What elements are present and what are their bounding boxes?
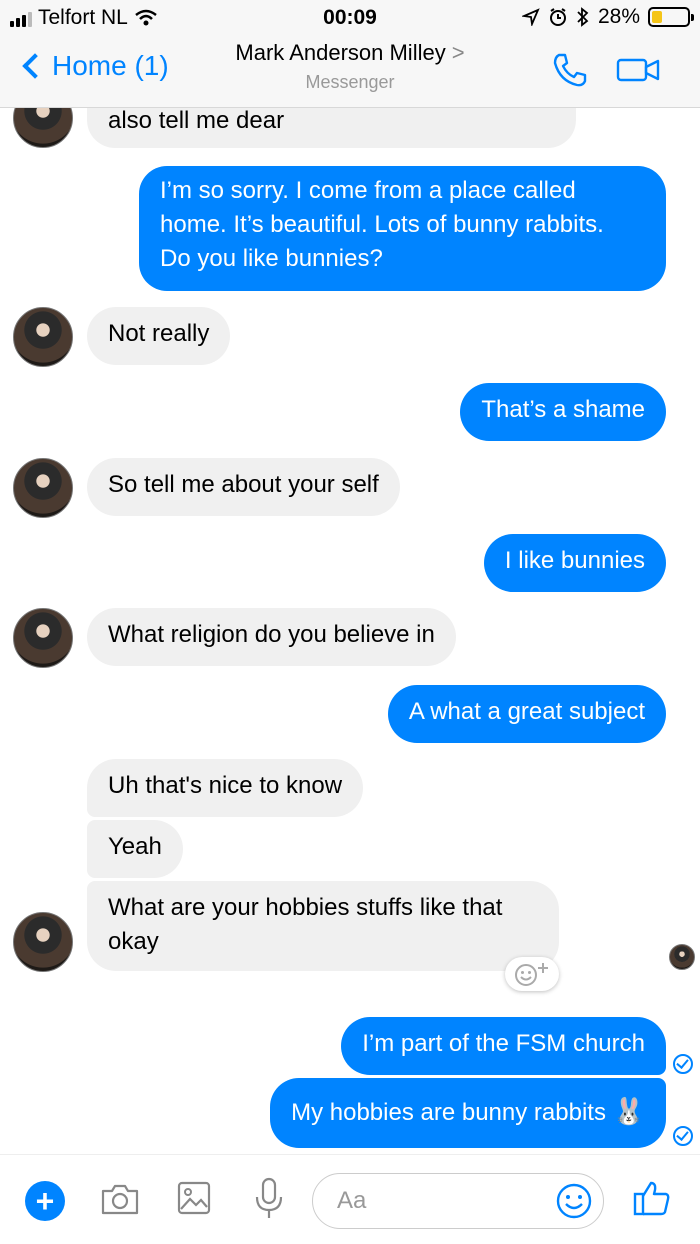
message-bubble-incoming[interactable]: What religion do you believe in	[87, 608, 456, 666]
conversation-header: Home (1) Mark Anderson Milley > Messenger	[0, 36, 700, 108]
message-line: home. It’s beautiful. Lots of bunny rabb…	[160, 211, 604, 238]
contact-avatar[interactable]	[13, 608, 73, 668]
message-line: okay	[108, 928, 159, 955]
chevron-right-icon: >	[451, 40, 465, 65]
contact-avatar[interactable]	[13, 108, 73, 148]
contact-avatar[interactable]	[13, 307, 73, 367]
header-actions	[552, 52, 660, 88]
read-receipt-icon	[673, 1126, 693, 1146]
message-bubble-incoming[interactable]: also tell me dear	[87, 108, 576, 148]
bunny-emoji: 🐰	[612, 1096, 645, 1126]
message-bubble-incoming[interactable]: What are your hobbies stuffs like that o…	[87, 881, 559, 971]
message-text: A what a great subject	[408, 698, 645, 725]
phone-icon[interactable]	[552, 52, 588, 88]
message-text: Yeah	[108, 833, 162, 860]
image-icon[interactable]	[177, 1181, 211, 1215]
location-icon	[521, 8, 540, 26]
add-reaction-icon	[515, 963, 548, 986]
message-text: My hobbies are bunny rabbits	[291, 1099, 606, 1126]
message-bubble-outgoing[interactable]: I like bunnies	[483, 534, 666, 592]
message-line: Do you like bunnies?	[160, 245, 383, 272]
contact-avatar[interactable]	[13, 912, 73, 972]
message-bubble-outgoing[interactable]: My hobbies are bunny rabbits 🐰	[270, 1078, 666, 1148]
message-line: I’m so sorry. I come from a place called	[160, 177, 576, 204]
add-reaction-button[interactable]	[505, 957, 559, 991]
battery-icon	[648, 7, 694, 27]
status-bar: Telfort NL 00:09 28%	[0, 0, 700, 36]
contact-avatar[interactable]	[13, 458, 73, 518]
video-icon[interactable]	[616, 56, 660, 84]
message-text: I like bunnies	[504, 547, 645, 574]
status-right: 28%	[521, 5, 694, 29]
alarm-icon	[549, 8, 566, 26]
emoji-icon[interactable]	[555, 1182, 593, 1220]
plus-icon: +	[35, 1183, 55, 1219]
message-bubble-incoming[interactable]: Not really	[87, 307, 231, 365]
message-text: I’m part of the FSM church	[362, 1030, 645, 1057]
bluetooth-icon	[577, 7, 589, 27]
message-text: So tell me about your self	[108, 471, 379, 498]
battery-fill	[652, 11, 662, 23]
microphone-icon[interactable]	[254, 1177, 284, 1221]
read-receipt-icon	[673, 1054, 693, 1074]
thumbs-up-icon[interactable]	[633, 1179, 671, 1217]
message-bubble-outgoing[interactable]: I’m so sorry. I come from a place called…	[139, 166, 666, 291]
message-bubble-incoming[interactable]: Yeah	[87, 820, 183, 878]
message-text: Not really	[108, 320, 210, 347]
message-text: That’s a shame	[481, 396, 645, 423]
message-bubble-outgoing[interactable]: I’m part of the FSM church	[341, 1017, 666, 1075]
seen-avatar	[669, 944, 695, 970]
message-text: also tell me dear	[108, 108, 285, 134]
message-bubble-incoming[interactable]: So tell me about your self	[87, 458, 400, 516]
camera-icon[interactable]	[100, 1181, 140, 1217]
message-text: Uh that's nice to know	[108, 772, 343, 799]
message-thread[interactable]: also tell me dear I’m so sorry. I come f…	[0, 108, 700, 1154]
message-bubble-incoming[interactable]: Uh that's nice to know	[87, 759, 364, 817]
plus-button[interactable]: +	[25, 1181, 65, 1221]
message-text: What religion do you believe in	[108, 621, 435, 648]
composer-bar: + Aa	[0, 1154, 700, 1244]
message-bubble-outgoing[interactable]: That’s a shame	[460, 383, 666, 441]
battery-percent: 28%	[597, 5, 640, 28]
message-input-placeholder: Aa	[337, 1187, 367, 1214]
message-bubble-outgoing[interactable]: A what a great subject	[387, 685, 666, 743]
message-input[interactable]: Aa	[312, 1173, 604, 1229]
contact-name: Mark Anderson Milley	[235, 40, 446, 65]
message-line: What are your hobbies stuffs like that	[108, 894, 503, 921]
